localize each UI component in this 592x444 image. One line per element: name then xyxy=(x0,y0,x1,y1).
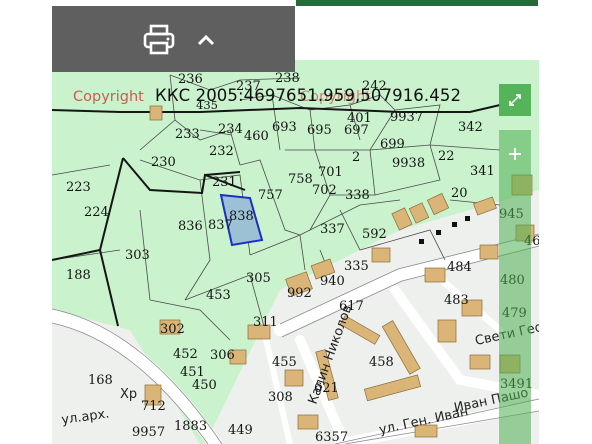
parcel-label: 702 xyxy=(312,183,337,198)
parcel-label: 342 xyxy=(458,120,483,135)
parcel-label: 236 xyxy=(178,72,203,87)
parcel-label: 701 xyxy=(318,165,343,180)
parcel-label: 306 xyxy=(210,348,235,363)
collapse-toolbar-button[interactable] xyxy=(188,22,224,58)
parcel-label: 450 xyxy=(192,378,217,393)
plus-icon xyxy=(509,148,521,160)
parcel-label: 836 xyxy=(178,219,203,234)
copyright-text: Copyright xyxy=(73,89,144,105)
parcel-label: 9937 xyxy=(390,110,423,125)
fullscreen-button[interactable] xyxy=(499,84,531,116)
parcel-label: 305 xyxy=(246,271,271,286)
zoom-control-column xyxy=(499,130,531,444)
top-accent-bar xyxy=(296,0,538,6)
parcel-label: 341 xyxy=(470,164,495,179)
parcel-label: 758 xyxy=(288,172,313,187)
street-label-hr: Хр xyxy=(120,387,137,402)
parcel-label: 168 xyxy=(88,373,113,388)
parcel-label: 338 xyxy=(345,188,370,203)
parcel-label: 303 xyxy=(125,248,150,263)
parcel-label: 234 xyxy=(218,122,243,137)
parcel-label: 940 xyxy=(320,274,345,289)
parcel-label: 302 xyxy=(160,322,185,337)
parcel-label: 231 xyxy=(212,175,237,190)
parcel-label: 238 xyxy=(275,71,300,86)
parcel-label: 699 xyxy=(380,137,405,152)
parcel-label: 308 xyxy=(268,390,293,405)
parcel-label: 452 xyxy=(173,347,198,362)
parcel-label: 311 xyxy=(253,315,278,330)
parcel-label: 592 xyxy=(362,227,387,242)
parcel-label: 458 xyxy=(369,355,394,370)
parcel-label: 6357 xyxy=(315,430,348,444)
left-margin xyxy=(0,0,52,444)
printer-icon xyxy=(143,24,175,55)
parcel-label: 460 xyxy=(244,129,269,144)
coordinates-readout: ККС 2005:4697651.959,507916.452 xyxy=(155,86,462,105)
parcel-label: 693 xyxy=(272,120,297,135)
parcel-label: 9938 xyxy=(392,156,425,171)
parcel-label: 224 xyxy=(84,205,109,220)
parcel-label: 188 xyxy=(66,268,91,283)
parcel-label: 20 xyxy=(451,186,468,201)
parcel-label: 22 xyxy=(438,149,455,164)
zoom-in-button[interactable] xyxy=(499,138,531,170)
parcel-label: 992 xyxy=(287,286,312,301)
parcel-label: 695 xyxy=(307,123,332,138)
parcel-label: 335 xyxy=(344,259,369,274)
parcel-label: 401 xyxy=(347,111,372,126)
parcel-label: 455 xyxy=(272,355,297,370)
print-button[interactable] xyxy=(141,22,177,58)
parcel-label: 9957 xyxy=(132,425,165,440)
parcel-label: 712 xyxy=(141,399,166,414)
parcel-label: 223 xyxy=(66,180,91,195)
parcel-label: 337 xyxy=(320,222,345,237)
chevron-up-icon xyxy=(197,34,215,46)
parcel-label: 230 xyxy=(151,155,176,170)
parcel-label: 453 xyxy=(206,288,231,303)
parcel-label: 232 xyxy=(209,144,234,159)
parcel-label: 1883 xyxy=(174,419,207,434)
parcel-label: 449 xyxy=(228,423,253,438)
parcel-label: 233 xyxy=(175,127,200,142)
parcel-label: 757 xyxy=(258,188,283,203)
right-margin xyxy=(539,0,592,444)
parcel-label: 483 xyxy=(444,293,469,308)
parcel-label: 2 xyxy=(352,150,360,165)
parcel-label: 837 xyxy=(208,218,233,233)
expand-icon xyxy=(509,94,521,106)
map-toolbar xyxy=(52,6,295,72)
parcel-label: 484 xyxy=(447,260,472,275)
